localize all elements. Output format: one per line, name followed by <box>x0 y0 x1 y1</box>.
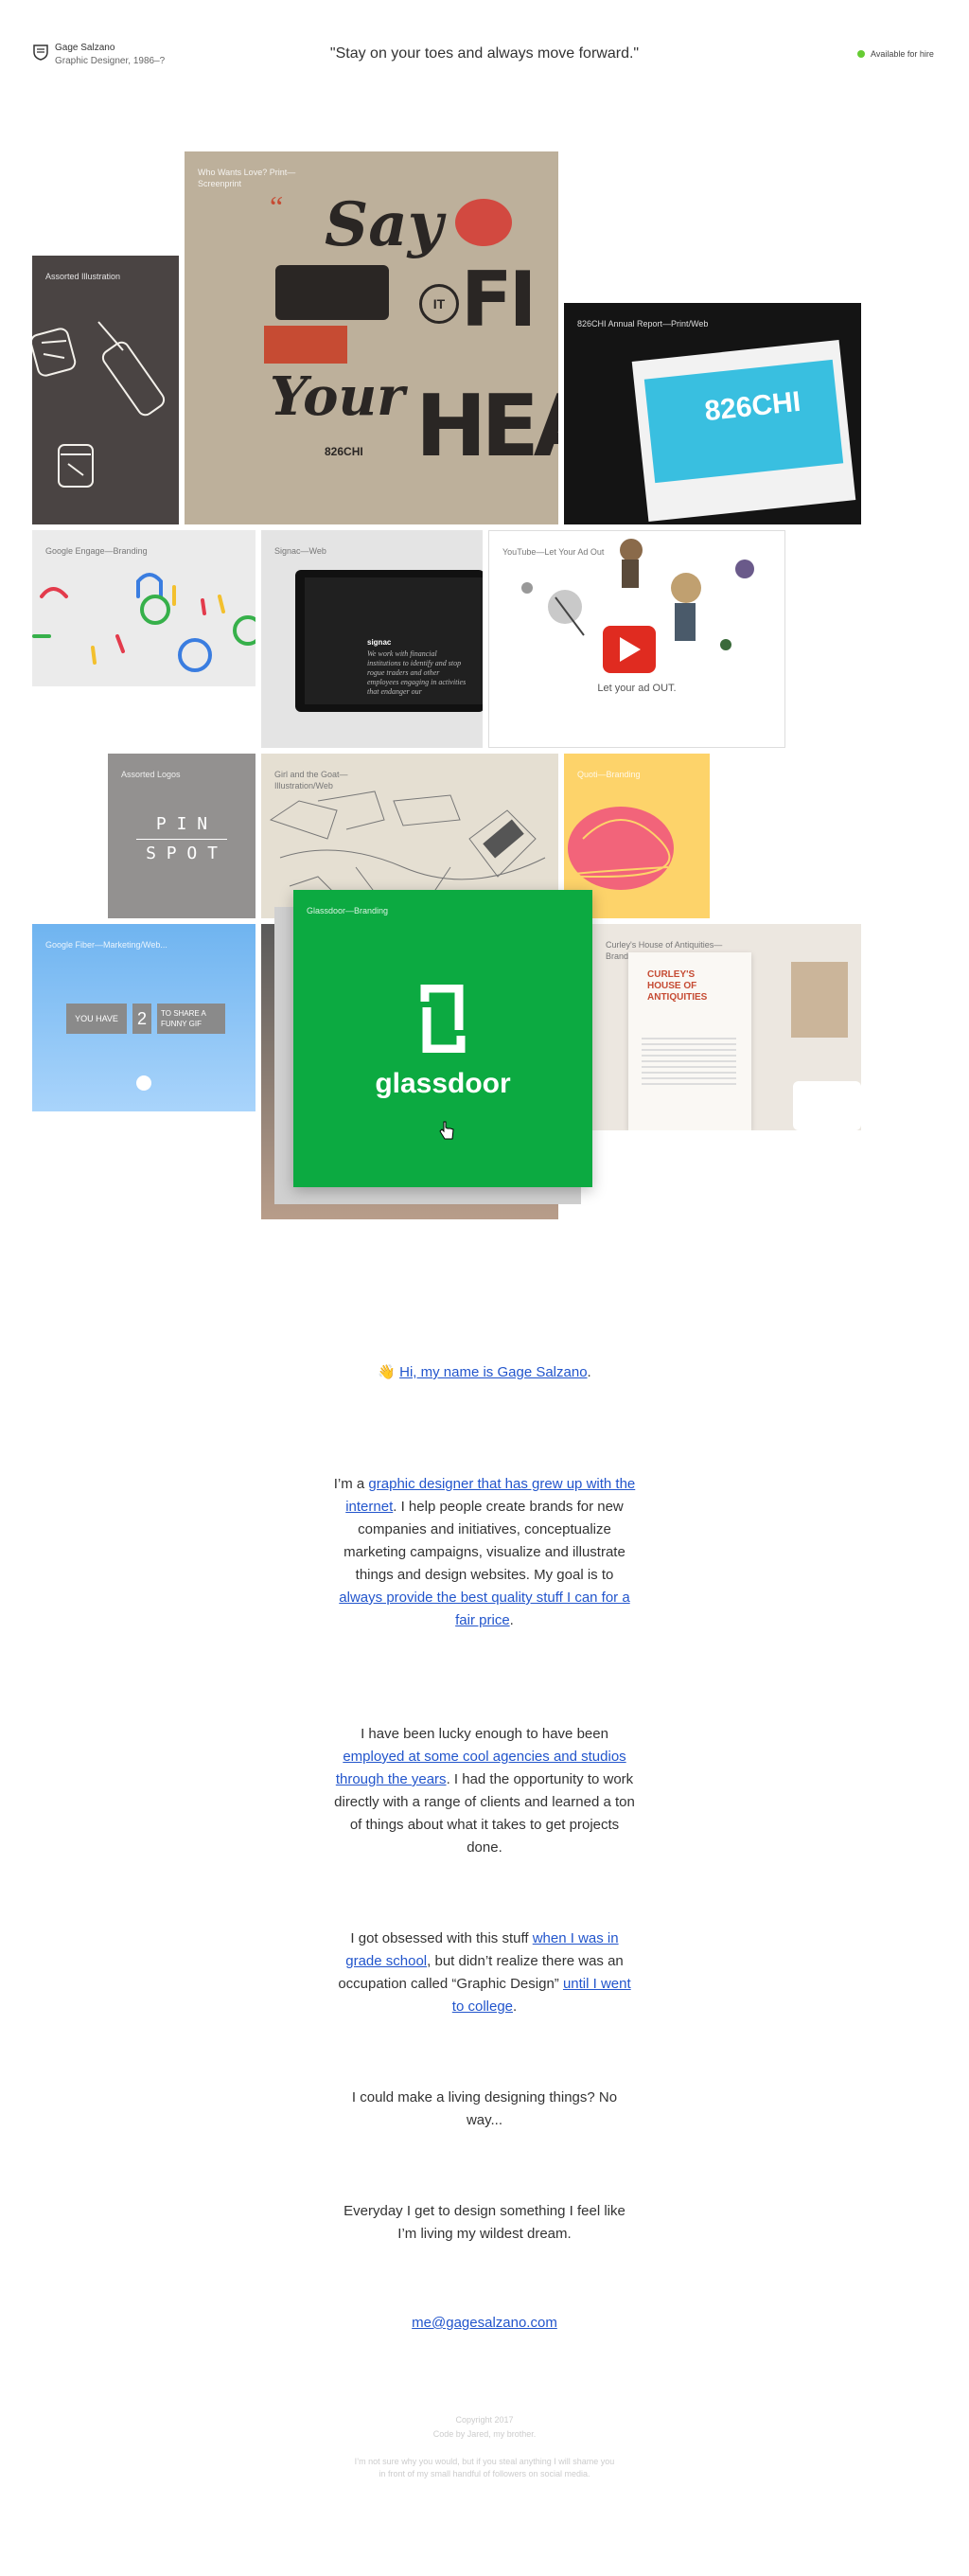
bio-paragraph-1: I’m a graphic designer that has grew up … <box>333 1476 636 1628</box>
signac-title-art: signac <box>367 638 392 647</box>
speech-bubble-art <box>275 265 389 320</box>
footer-copyright: Copyright 2017 <box>455 2415 514 2425</box>
tile-signac[interactable]: Signac—Web signac We work with financial… <box>261 530 483 748</box>
smiley-icon <box>136 1075 151 1091</box>
wave-icon: 👋 <box>378 1364 396 1380</box>
youtube-caption-art: Let your ad OUT. <box>597 683 677 694</box>
say-art-text: Say <box>325 189 443 260</box>
google-shapes-art <box>32 573 255 672</box>
illustration-glasses-art <box>32 321 166 488</box>
footer-credit: Code by Jared, my brother. <box>432 2429 537 2439</box>
tile-assorted-illustration[interactable]: Assorted Illustration <box>32 256 179 524</box>
email-link[interactable]: me@gagesalzano.com <box>412 2315 557 2331</box>
tile-google-engage[interactable]: Google Engage—Branding <box>32 530 255 686</box>
tile-curleys-house-of-antiquities[interactable]: Curley's House of Antiquities—Branding C… <box>592 924 861 1130</box>
tile-826chi-annual-report[interactable]: 826CHI Annual Report—Print/Web 826CHI <box>564 303 861 524</box>
footer-disclaimer: I’m not sure why you would, but if you s… <box>354 2457 615 2478</box>
red-flower-art <box>455 199 512 246</box>
status-text: Available for hire <box>871 49 934 59</box>
hea-art-text: HEA <box>415 377 558 476</box>
glassdoor-wordmark: glassdoor <box>375 1068 511 1099</box>
number-box-art: 2 <box>132 1004 151 1034</box>
youtube-collage-art <box>521 539 754 673</box>
red-label-art <box>264 326 347 364</box>
status-dot-icon <box>857 50 865 58</box>
tile-label: Glassdoor—Branding <box>307 906 389 915</box>
business-card-art <box>793 1081 861 1130</box>
it-circle-art: IT <box>419 284 459 324</box>
tile-label: Signac—Web <box>274 546 326 556</box>
intro-link[interactable]: Hi, my name is Gage Salzano <box>399 1364 587 1380</box>
signac-body-art: We work with financial institutions to i… <box>367 649 467 696</box>
bio-paragraph-5: Everyday I get to design something I fee… <box>344 2203 625 2242</box>
pinspot-bottom-text: S P O T <box>136 839 227 868</box>
contact-line: me@gagesalzano.com <box>0 2312 969 2335</box>
fi-art-text: FI <box>461 256 537 344</box>
tile-assorted-logos[interactable]: Assorted Logos P I N S P O T <box>108 754 255 918</box>
quote-mark-art: “ <box>270 189 284 223</box>
monitor-art: signac We work with financial institutio… <box>295 570 483 712</box>
tile-label: Assorted Illustration <box>45 272 121 281</box>
pinspot-logo-art: P I N S P O T <box>136 810 227 868</box>
header-quote: "Stay on your toes and always move forwa… <box>329 45 640 62</box>
curley-title-art: CURLEY'S HOUSE OF ANTIQUITIES <box>647 969 708 1003</box>
tile-glassdoor-branding[interactable]: Glassdoor—Branding glassdoor <box>293 890 592 1187</box>
tile-label: 826CHI Annual Report—Print/Web <box>577 319 709 329</box>
letterhead-art: CURLEY'S HOUSE OF ANTIQUITIES <box>628 952 751 1130</box>
shopping-bag-art <box>791 962 848 1038</box>
report-cover-art: 826CHI <box>643 359 844 484</box>
tile-youtube-let-your-ad-out[interactable]: YouTube—Let Your Ad Out Let your ad OUT. <box>488 530 785 748</box>
tile-who-wants-love-print[interactable]: Who Wants Love? Print—Screenprint “ Say … <box>185 151 558 524</box>
glassdoor-logo-icon <box>420 985 466 1053</box>
you-have-box-art: YOU HAVE <box>66 1004 127 1034</box>
tile-label: Who Wants Love? Print—Screenprint <box>198 168 296 188</box>
cursor-hand-icon <box>439 1121 454 1140</box>
bio-paragraph-2: I have been lucky enough to have been em… <box>334 1726 635 1856</box>
quality-link[interactable]: always provide the best quality stuff I … <box>339 1590 629 1628</box>
bio-paragraph-4: I could make a living designing things? … <box>351 2089 618 2128</box>
826chi-cover-text: 826CHI <box>702 385 802 428</box>
availability-status: Available for hire <box>857 49 934 59</box>
bio-paragraph-3: I got obsessed with this stuff when I wa… <box>338 1930 631 2015</box>
tile-label: Quoti—Branding <box>577 770 641 779</box>
your-art-text: Your <box>270 365 405 428</box>
tile-google-fiber[interactable]: Google Fiber—Marketing/Web... YOU HAVE 2… <box>32 924 255 1111</box>
share-gif-box-art: TO SHARE A FUNNY GIF <box>157 1004 225 1034</box>
intro-line: 👋 Hi, my name is Gage Salzano. <box>378 1364 591 1380</box>
tile-label: Assorted Logos <box>121 770 181 779</box>
pinspot-top-text: P I N <box>155 814 208 834</box>
826chi-small-art: 826CHI <box>325 445 363 458</box>
tile-label: Google Fiber—Marketing/Web... <box>45 940 167 950</box>
